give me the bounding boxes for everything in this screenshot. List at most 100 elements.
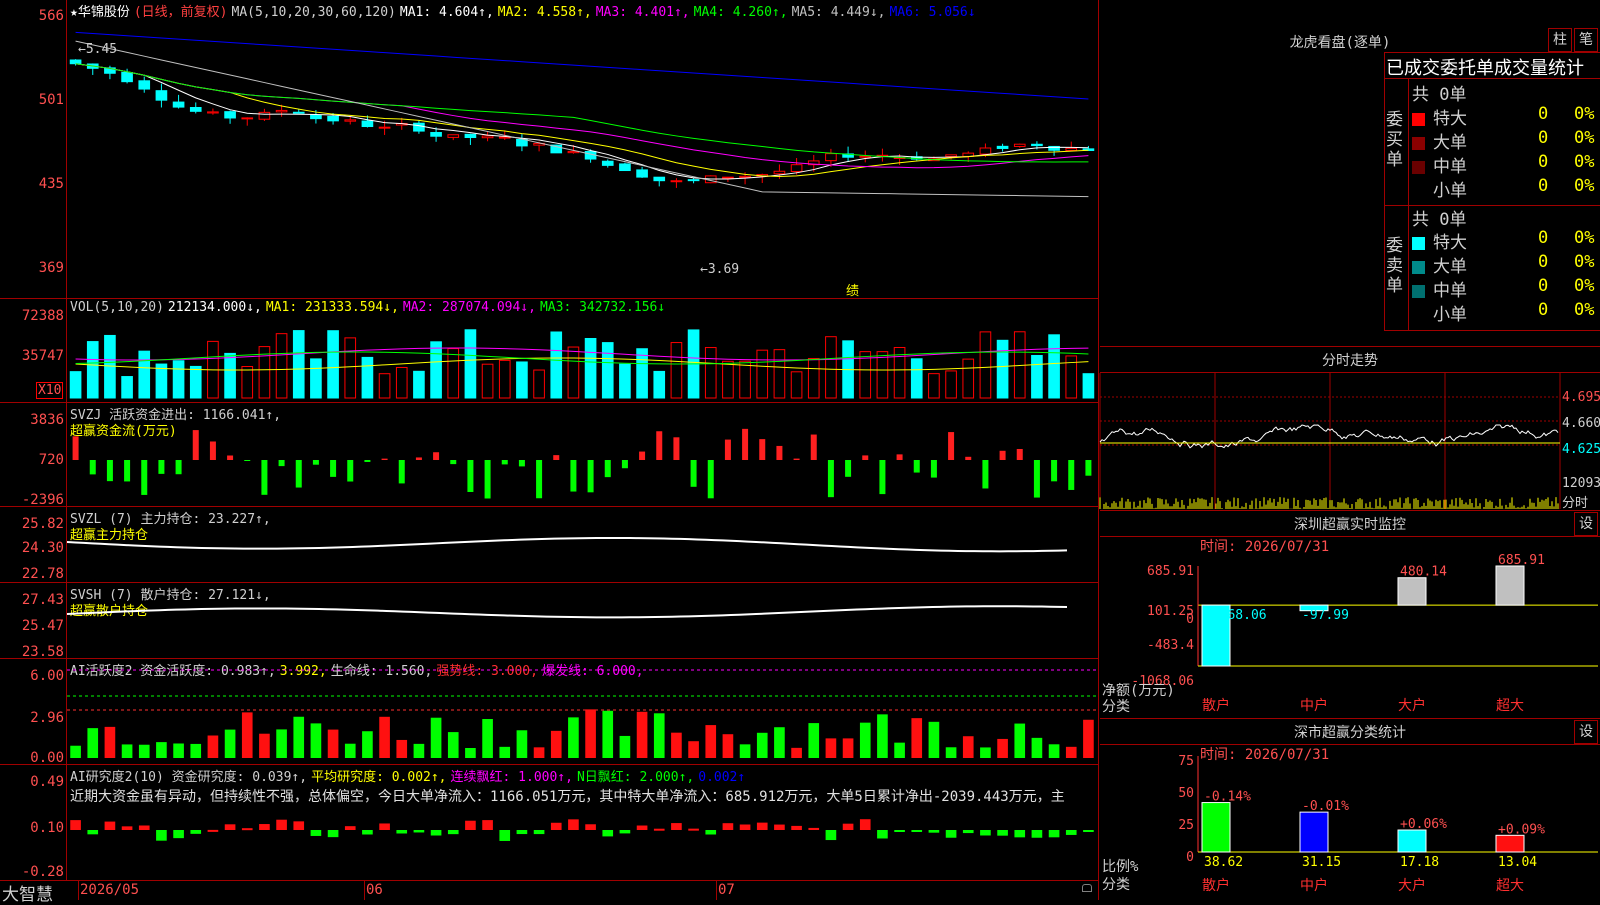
- activity-bar: [722, 734, 734, 758]
- bar-value-label: -1068.06: [1204, 608, 1267, 623]
- activity-bar: [997, 738, 1008, 758]
- candle[interactable]: [224, 110, 236, 124]
- candle[interactable]: [207, 108, 219, 115]
- category-bar[interactable]: [1397, 577, 1427, 606]
- research-bar: [499, 830, 511, 841]
- candlestick-chart[interactable]: [67, 16, 1097, 296]
- research-bar: [465, 820, 476, 830]
- research-bar: [516, 830, 528, 835]
- activity-bar: [962, 736, 974, 758]
- buy-order-row: 小单 0 0%: [1412, 176, 1598, 201]
- flow-bar: [450, 460, 457, 465]
- order-label: 特大: [1433, 233, 1467, 253]
- candle[interactable]: [996, 143, 1009, 152]
- activity-bar: [1031, 737, 1043, 758]
- candle[interactable]: [1013, 143, 1026, 148]
- chart-area[interactable]: ★华锦股份 (日线，前复权) MA(5,10,20,30,60,120) MA1: 4…: [0, 0, 1100, 905]
- activity-bar: [465, 747, 476, 758]
- activity-bar: [705, 725, 717, 758]
- ai-active-chart[interactable]: [67, 660, 1097, 762]
- class-bar-chart[interactable]: -0.14% 38.62 散户 -0.01% 31.15 中户 +0.06% 17.18 大户 +…: [1197, 756, 1598, 900]
- activity-bar: [859, 722, 871, 758]
- candle[interactable]: [481, 131, 494, 142]
- price-axis-label: 501: [38, 92, 64, 108]
- activity-bar: [585, 709, 596, 758]
- flow-bar: [364, 460, 371, 462]
- category-bar[interactable]: [1495, 834, 1525, 853]
- flow-bar: [278, 460, 285, 467]
- flow-bar: [587, 460, 594, 493]
- candle[interactable]: [636, 166, 648, 178]
- monitor-bar-chart[interactable]: -1068.06 散户 -97.99 中户 480.14 大户 685.91 超大: [1197, 553, 1598, 716]
- candle[interactable]: [1065, 141, 1078, 152]
- candle[interactable]: [859, 150, 872, 163]
- ai-active-axis-label: 6.00: [30, 668, 64, 684]
- svsh-axis-label: 27.43: [21, 592, 64, 608]
- ai-research-chart[interactable]: [67, 790, 1097, 878]
- ai-research-title: AI研究度2(10) 资金研究度: 0.039↑, 平均研究度: 0.002↑, 连…: [70, 770, 746, 785]
- category-label: 散户: [1202, 877, 1230, 894]
- candle[interactable]: [601, 159, 614, 168]
- candle[interactable]: [447, 134, 460, 141]
- category-bar[interactable]: [1495, 565, 1525, 606]
- class-settings-button[interactable]: 设: [1574, 720, 1598, 744]
- flow-bar: [192, 430, 199, 460]
- category-label: 中户: [1300, 697, 1328, 714]
- monitor-settings-button[interactable]: 设: [1574, 512, 1598, 536]
- svzl-axis-label: 24.30: [21, 540, 64, 556]
- candle[interactable]: [155, 83, 168, 108]
- research-bar: [87, 830, 99, 835]
- candle[interactable]: [653, 176, 666, 187]
- flow-bar: [1051, 460, 1058, 482]
- intraday-chart[interactable]: [1099, 373, 1561, 509]
- bar-view-button[interactable]: 柱: [1548, 28, 1572, 52]
- candle[interactable]: [138, 76, 151, 93]
- svzl-chart[interactable]: [66, 508, 1097, 580]
- lock-icon[interactable]: [1082, 884, 1092, 892]
- category-bar[interactable]: [1201, 802, 1231, 853]
- category-bar[interactable]: [1299, 811, 1329, 853]
- candle[interactable]: [189, 102, 202, 114]
- flow-bar: [776, 445, 783, 460]
- candle[interactable]: [413, 120, 425, 134]
- category-label: 大户: [1398, 697, 1426, 714]
- candle[interactable]: [464, 133, 477, 145]
- candle[interactable]: [876, 148, 889, 162]
- pen-view-button[interactable]: 笔: [1574, 28, 1598, 52]
- activity-bar: [276, 729, 287, 758]
- research-bar: [259, 824, 270, 830]
- flow-bar: [965, 456, 972, 460]
- monitor-title: 深圳超赢实时监控: [1294, 517, 1406, 533]
- intraday-axis-label: 12093: [1562, 476, 1600, 491]
- research-bar: [327, 830, 339, 838]
- category-bar[interactable]: [1397, 829, 1427, 853]
- flow-bar: [415, 457, 422, 460]
- volume-bar: [310, 358, 322, 399]
- sell-order-row: 大单 0 0%: [1412, 252, 1598, 277]
- ai-research-axis-label: 0.49: [30, 774, 64, 790]
- activity-bar: [739, 744, 751, 758]
- candle[interactable]: [516, 134, 528, 152]
- flow-bar: [536, 460, 543, 499]
- date-label: 07: [718, 882, 735, 898]
- candle[interactable]: [258, 108, 271, 121]
- volume-bar: [910, 358, 923, 399]
- earnings-marker[interactable]: 绩: [846, 280, 859, 299]
- activity-bar: [688, 741, 699, 758]
- flow-bar: [1085, 460, 1092, 476]
- candle[interactable]: [670, 178, 683, 188]
- research-bar: [928, 830, 940, 833]
- volume-chart[interactable]: [67, 318, 1097, 400]
- candle[interactable]: [619, 162, 631, 172]
- candle[interactable]: [172, 94, 185, 109]
- svsh-chart[interactable]: [66, 584, 1097, 656]
- order-pct: 0%: [1574, 276, 1595, 296]
- candle[interactable]: [241, 117, 254, 126]
- buy-order-row: 大单 0 0%: [1412, 128, 1598, 153]
- svzj-chart[interactable]: [67, 404, 1097, 504]
- flow-bar: [484, 460, 491, 499]
- order-count: 0: [1538, 252, 1549, 272]
- activity-bar: [499, 746, 511, 758]
- order-label: 大单: [1433, 133, 1467, 153]
- research-bar: [1083, 830, 1094, 832]
